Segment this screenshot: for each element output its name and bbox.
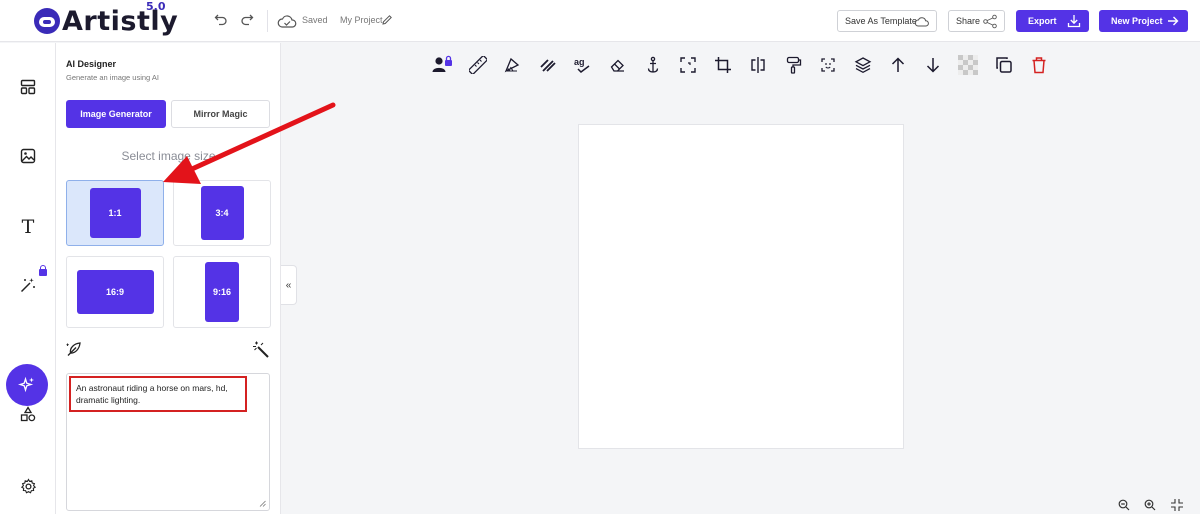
left-rail: T bbox=[0, 43, 56, 514]
ai-designer-panel: AI Designer Generate an image using AI I… bbox=[56, 43, 281, 514]
top-bar: Artistly 5.0 Saved My Project Save As Te… bbox=[0, 0, 1200, 42]
size-option-1-1[interactable]: 1:1 bbox=[66, 180, 164, 246]
download-icon bbox=[1067, 15, 1081, 28]
zoom-in-icon[interactable] bbox=[1143, 498, 1157, 512]
arrow-up-icon[interactable] bbox=[887, 54, 909, 76]
size-label: 3:4 bbox=[200, 186, 244, 240]
fit-screen-icon[interactable] bbox=[1170, 498, 1184, 512]
ruler-icon[interactable] bbox=[467, 54, 489, 76]
stripes-icon[interactable] bbox=[537, 54, 559, 76]
user-lock-icon[interactable] bbox=[431, 54, 453, 76]
logo-mascot-icon bbox=[34, 8, 60, 34]
zoom-out-icon[interactable] bbox=[1117, 498, 1131, 512]
paint-roller-icon[interactable] bbox=[783, 54, 805, 76]
resize-handle-icon[interactable] bbox=[259, 500, 266, 507]
collapse-panel-button[interactable]: « bbox=[281, 265, 297, 305]
shapes-icon[interactable] bbox=[15, 401, 41, 427]
layers-icon[interactable] bbox=[852, 54, 874, 76]
size-option-9-16[interactable]: 9:16 bbox=[173, 256, 271, 328]
size-option-3-4[interactable]: 3:4 bbox=[173, 180, 271, 246]
resize-icon[interactable] bbox=[677, 54, 699, 76]
feather-icon[interactable] bbox=[66, 341, 82, 357]
share-button[interactable]: Share bbox=[948, 10, 1005, 32]
pencil-icon[interactable] bbox=[381, 13, 393, 25]
delete-icon[interactable] bbox=[1028, 54, 1050, 76]
arrow-down-icon[interactable] bbox=[922, 54, 944, 76]
undo-icon[interactable] bbox=[212, 12, 230, 30]
flip-icon[interactable] bbox=[747, 54, 769, 76]
size-label: 9:16 bbox=[205, 262, 239, 322]
transparency-icon[interactable] bbox=[957, 54, 979, 76]
saved-status: Saved bbox=[302, 15, 328, 25]
anchor-icon[interactable] bbox=[642, 54, 664, 76]
save-as-template-label: Save As Template bbox=[845, 16, 917, 26]
save-as-template-button[interactable]: Save As Template bbox=[837, 10, 937, 32]
logo-version: 5.0 bbox=[146, 0, 166, 13]
panel-title: AI Designer bbox=[66, 59, 117, 69]
svg-text:ag: ag bbox=[574, 57, 585, 67]
tab-image-generator[interactable]: Image Generator bbox=[66, 100, 166, 128]
arrow-right-icon bbox=[1168, 16, 1179, 26]
share-icon bbox=[983, 14, 997, 29]
shadow-icon[interactable] bbox=[501, 54, 523, 76]
eraser-icon[interactable] bbox=[607, 54, 629, 76]
tab-mirror-magic[interactable]: Mirror Magic bbox=[171, 100, 270, 128]
spellcheck-icon[interactable]: ag bbox=[572, 54, 594, 76]
select-size-label: Select image size bbox=[121, 149, 216, 163]
prompt-textarea[interactable]: An astronaut riding a horse on mars, hd,… bbox=[66, 373, 270, 511]
redo-icon[interactable] bbox=[238, 12, 256, 30]
prompt-text[interactable]: An astronaut riding a horse on mars, hd,… bbox=[69, 376, 247, 412]
design-canvas[interactable] bbox=[578, 124, 904, 449]
lock-icon bbox=[39, 265, 47, 276]
magic-wand-icon[interactable] bbox=[252, 341, 270, 359]
focus-icon[interactable] bbox=[817, 54, 839, 76]
text-icon[interactable]: T bbox=[15, 214, 41, 240]
new-project-label: New Project bbox=[1111, 16, 1163, 26]
ai-sparkle-icon[interactable] bbox=[6, 364, 48, 406]
magic-wand-icon[interactable] bbox=[15, 272, 41, 298]
size-option-16-9[interactable]: 16:9 bbox=[66, 256, 164, 328]
project-name[interactable]: My Project bbox=[340, 15, 383, 25]
export-label: Export bbox=[1028, 16, 1057, 26]
crop-icon[interactable] bbox=[712, 54, 734, 76]
size-label: 1:1 bbox=[89, 188, 141, 238]
size-label: 16:9 bbox=[76, 270, 154, 314]
cloud-icon bbox=[914, 17, 929, 27]
layout-icon[interactable] bbox=[15, 74, 41, 100]
panel-subtitle: Generate an image using AI bbox=[66, 73, 159, 82]
export-button[interactable]: Export bbox=[1016, 10, 1089, 32]
settings-icon[interactable] bbox=[15, 473, 41, 499]
share-label: Share bbox=[956, 16, 981, 26]
cloud-check-icon bbox=[276, 10, 298, 32]
image-icon[interactable] bbox=[15, 143, 41, 169]
divider bbox=[267, 10, 268, 32]
new-project-button[interactable]: New Project bbox=[1099, 10, 1188, 32]
duplicate-icon[interactable] bbox=[993, 54, 1015, 76]
